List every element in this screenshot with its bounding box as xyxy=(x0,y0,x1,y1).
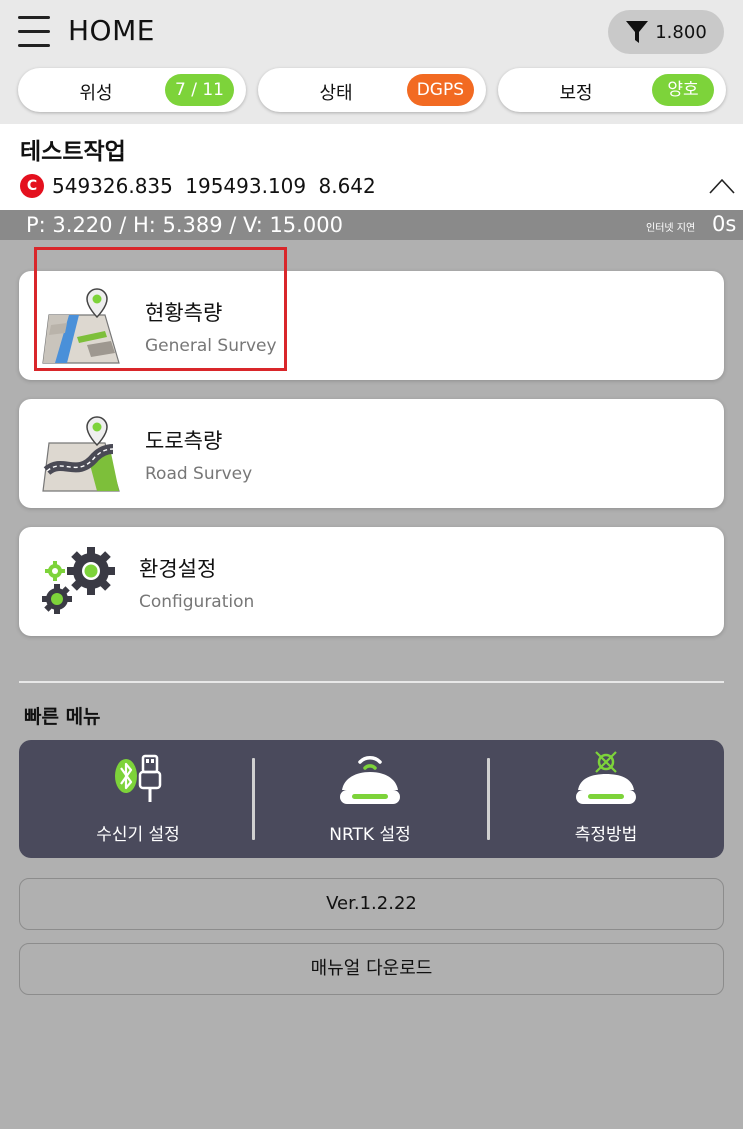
configuration-card[interactable]: 환경설정 Configuration xyxy=(19,527,724,636)
coordinate-badge: C xyxy=(20,174,44,198)
card-title: 현황측량 xyxy=(145,301,223,325)
coord-x: 549326.835 xyxy=(52,174,173,198)
filter-icon xyxy=(626,21,649,43)
nrtk-settings-button[interactable]: NRTK 설정 xyxy=(255,740,485,858)
fix-badge: DGPS xyxy=(406,74,474,106)
correction-badge: 양호 xyxy=(652,74,714,106)
quick-menu-panel: 수신기 설정 NRTK 설정 측정방법 xyxy=(19,740,724,858)
correction-status[interactable]: 보정 양호 xyxy=(498,68,726,112)
gears-icon xyxy=(42,547,115,614)
filter-value: 1.800 xyxy=(655,21,707,43)
receiver-settings-button[interactable]: 수신기 설정 xyxy=(23,740,253,858)
card-subtitle: General Survey xyxy=(145,336,277,356)
divider xyxy=(19,681,724,683)
version-button[interactable]: Ver.1.2.22 xyxy=(19,878,724,930)
card-title: 환경설정 xyxy=(139,557,217,581)
road-map-icon xyxy=(42,416,120,492)
separator xyxy=(487,758,490,840)
quick-item-label: 수신기 설정 xyxy=(96,825,180,845)
internet-delay-label: 인터넷 지연 xyxy=(646,223,696,234)
project-name: 테스트작업 xyxy=(20,139,126,165)
header: HOME 1.800 위성 7 / 11 상태 DGPS 보정 양호 xyxy=(0,0,743,124)
satellite-badge: 7 / 11 xyxy=(165,74,234,106)
hamburger-menu-icon[interactable] xyxy=(18,16,50,50)
road-survey-card[interactable]: 도로측량 Road Survey xyxy=(19,399,724,508)
coord-z: 8.642 xyxy=(318,174,376,198)
card-title: 도로측량 xyxy=(145,429,223,453)
quick-menu-title: 빠른 메뉴 xyxy=(24,706,101,728)
quick-item-label: 측정방법 xyxy=(574,825,638,845)
precision-bar: P: 3.220 / H: 5.389 / V: 15.000 인터넷 지연 0… xyxy=(0,210,743,240)
correction-label: 보정 xyxy=(559,83,593,104)
satellite-status[interactable]: 위성 7 / 11 xyxy=(18,68,246,112)
wifi-receiver-icon xyxy=(340,756,400,804)
precision-text: P: 3.220 / H: 5.389 / V: 15.000 xyxy=(26,213,343,237)
fix-status[interactable]: 상태 DGPS xyxy=(258,68,486,112)
bluetooth-usb-icon xyxy=(115,754,162,802)
quick-item-label: NRTK 설정 xyxy=(329,825,411,845)
satellite-label: 위성 xyxy=(79,83,113,104)
card-subtitle: Configuration xyxy=(139,592,255,612)
manual-download-button[interactable]: 매뉴얼 다운로드 xyxy=(19,943,724,995)
card-subtitle: Road Survey xyxy=(145,464,253,484)
chevron-up-icon[interactable] xyxy=(709,178,735,194)
project-panel: 테스트작업 C 549326.835 195493.109 8.642 xyxy=(0,124,743,210)
map-pin-icon xyxy=(42,288,120,364)
measurement-method-button[interactable]: 측정방법 xyxy=(491,740,721,858)
coord-y: 195493.109 xyxy=(185,174,307,198)
internet-delay-value: 0s xyxy=(712,212,737,236)
target-receiver-icon xyxy=(576,751,636,804)
page-title: HOME xyxy=(68,14,155,47)
status-row: 위성 7 / 11 상태 DGPS 보정 양호 xyxy=(0,68,743,112)
filter-button[interactable]: 1.800 xyxy=(608,10,724,54)
coordinates: 549326.835 195493.109 8.642 xyxy=(52,174,376,198)
fix-label: 상태 xyxy=(319,83,353,104)
general-survey-card[interactable]: 현황측량 General Survey xyxy=(19,247,724,380)
